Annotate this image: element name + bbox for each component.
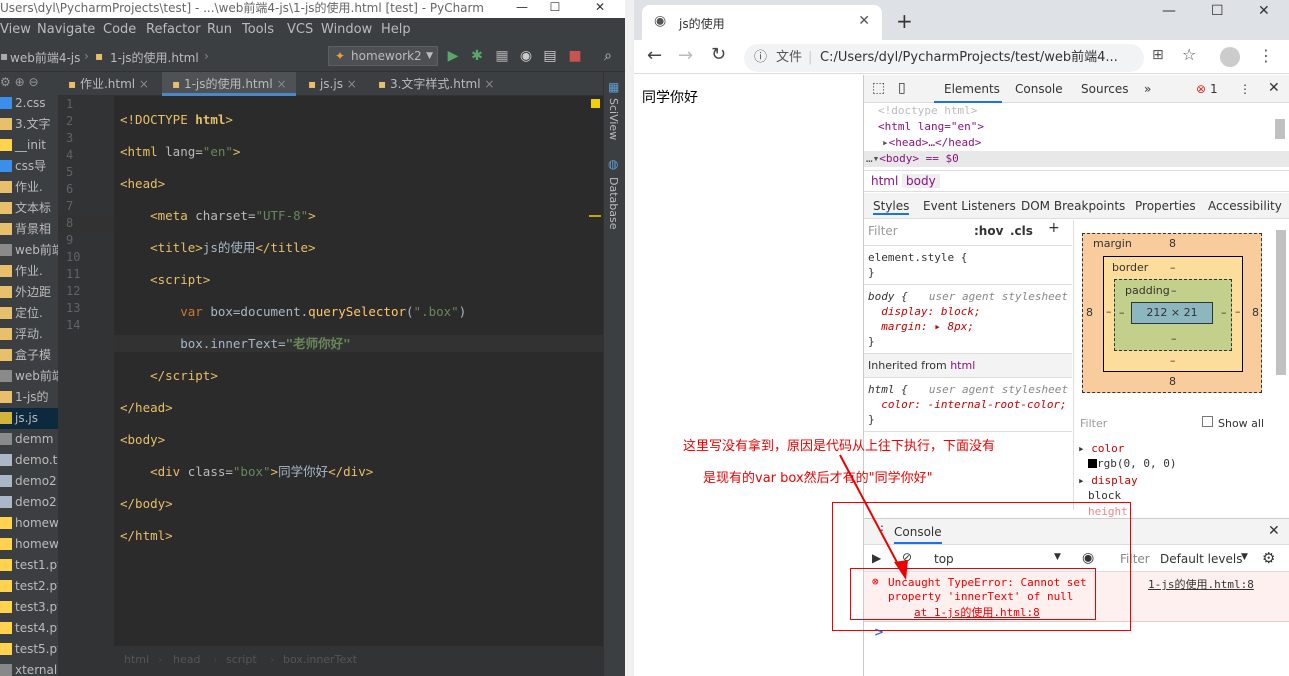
annotation-arrow (839, 454, 908, 580)
